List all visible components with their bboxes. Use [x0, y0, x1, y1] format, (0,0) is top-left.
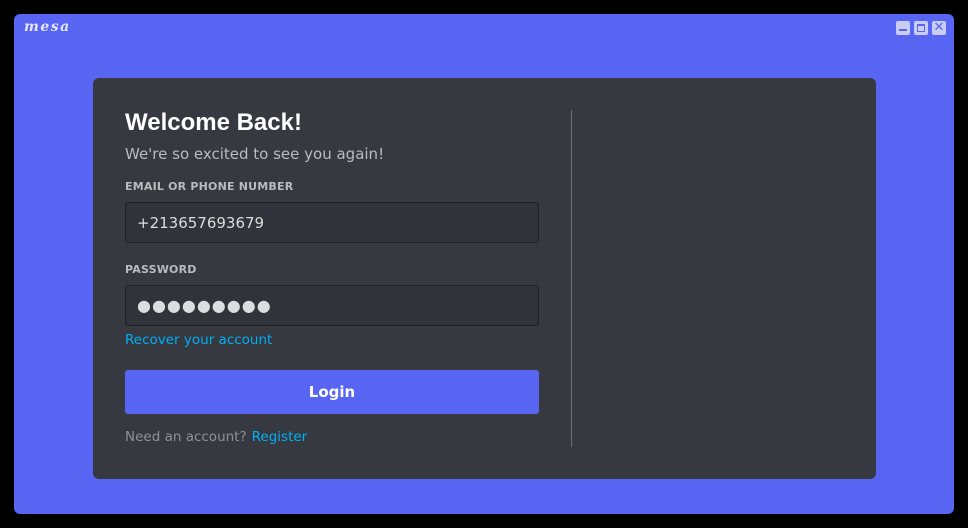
- close-button[interactable]: ✕: [932, 21, 946, 35]
- register-link[interactable]: Register: [252, 429, 308, 445]
- login-form: Welcome Back! We're so excited to see yo…: [125, 108, 539, 446]
- close-icon: ✕: [933, 20, 945, 35]
- email-field[interactable]: [125, 202, 539, 243]
- password-label: PASSWORD: [125, 263, 197, 276]
- app-window: mesa ✕ Welcome Back! We're so excited to…: [14, 14, 954, 514]
- login-card: Welcome Back! We're so excited to see yo…: [93, 78, 876, 479]
- app-logo: mesa: [24, 19, 71, 35]
- maximize-icon: [917, 24, 925, 32]
- recover-account-link[interactable]: Recover your account: [125, 331, 272, 349]
- login-button[interactable]: Login: [125, 370, 539, 414]
- register-prompt: Need an account?: [125, 429, 247, 445]
- window-controls: ✕: [896, 21, 946, 35]
- vertical-divider: [571, 110, 572, 447]
- maximize-button[interactable]: [914, 21, 928, 35]
- register-row: Need an account? Register: [125, 428, 539, 446]
- minimize-icon: [899, 29, 907, 31]
- minimize-button[interactable]: [896, 21, 910, 35]
- password-field[interactable]: [125, 285, 539, 326]
- page-title: Welcome Back!: [125, 109, 302, 136]
- email-label: EMAIL OR PHONE NUMBER: [125, 180, 294, 193]
- page-subtitle: We're so excited to see you again!: [125, 145, 385, 163]
